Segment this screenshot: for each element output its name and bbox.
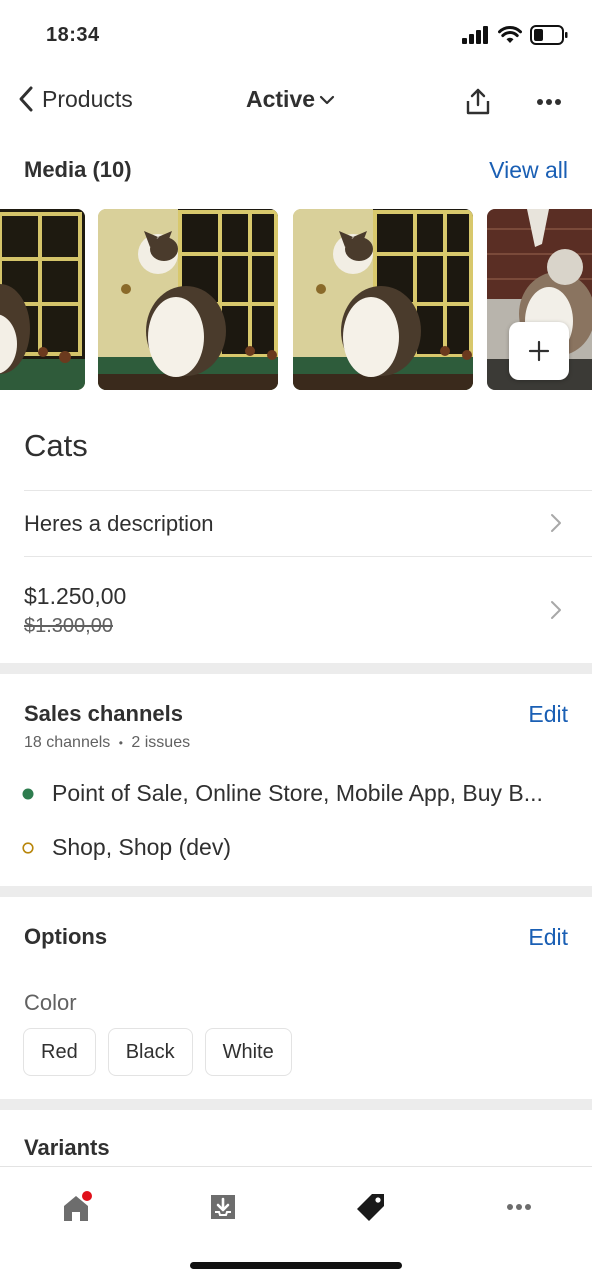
published-status-dot-icon — [22, 788, 34, 799]
status-time: 18:34 — [46, 24, 100, 46]
sales-channels-header: Sales channels Edit — [24, 697, 568, 731]
media-header: Media (10) View all — [24, 150, 568, 190]
notification-badge — [82, 1191, 92, 1201]
options-heading: Options — [24, 924, 108, 949]
status-bar: 18:34 — [0, 0, 592, 70]
active-channels-row[interactable]: Point of Sale, Online Store, Mobile App,… — [22, 780, 543, 807]
status-selector[interactable]: Active — [246, 86, 335, 113]
tab-home[interactable] — [56, 1189, 96, 1225]
option-values: Red Black White — [23, 1028, 292, 1076]
chevron-left-icon — [19, 86, 33, 112]
option-value-chip[interactable]: Red — [23, 1028, 96, 1076]
tab-products[interactable] — [351, 1189, 391, 1225]
media-heading: Media (10) — [24, 157, 132, 182]
share-button[interactable] — [460, 84, 496, 120]
more-horizontal-icon — [537, 99, 561, 105]
issue-count: 2 issues — [131, 734, 191, 751]
product-price: $1.250,00 — [24, 583, 127, 609]
share-icon — [466, 88, 490, 115]
section-separator — [0, 663, 592, 674]
cat-photo-image — [98, 209, 278, 390]
compare-at-price: $1.300,00 — [24, 615, 113, 637]
option-value-chip[interactable]: White — [204, 1028, 292, 1076]
inbox-download-icon — [211, 1195, 235, 1219]
view-all-media-link[interactable]: View all — [489, 157, 568, 184]
sales-channels-summary: 18 channels • 2 issues — [24, 734, 190, 752]
variants-heading: Variants — [24, 1135, 110, 1160]
status-icons — [462, 25, 568, 45]
option-value-chip[interactable]: Black — [107, 1028, 193, 1076]
wifi-icon — [498, 26, 522, 43]
cat-photo-image — [293, 209, 473, 390]
edit-sales-channels-button[interactable]: Edit — [528, 701, 568, 728]
inactive-channels-row[interactable]: Shop, Shop (dev) — [22, 834, 231, 861]
cellular-signal-icon — [462, 26, 488, 44]
more-actions-button[interactable] — [531, 84, 567, 120]
media-carousel[interactable] — [0, 209, 592, 391]
sales-channels-heading: Sales channels — [24, 701, 183, 726]
add-media-button[interactable] — [509, 322, 569, 380]
option-name: Color — [24, 990, 77, 1015]
tab-orders[interactable] — [203, 1189, 243, 1225]
back-button[interactable]: Products — [16, 84, 133, 114]
options-header: Options Edit — [24, 920, 568, 954]
more-horizontal-icon — [507, 1204, 531, 1210]
media-thumbnail[interactable] — [98, 209, 278, 390]
summary-separator: • — [118, 736, 123, 750]
tab-more[interactable] — [499, 1189, 539, 1225]
price-tag-icon — [357, 1194, 384, 1221]
description-row[interactable]: Heres a description — [0, 491, 592, 556]
product-title[interactable]: Cats — [24, 428, 88, 464]
chevron-right-icon — [551, 514, 561, 532]
plus-icon — [528, 340, 550, 362]
media-thumbnail[interactable] — [0, 209, 85, 390]
cat-photo-image — [0, 209, 85, 390]
page-title: Active — [246, 86, 316, 112]
navigation-bar: Products Active — [0, 70, 592, 132]
section-separator — [0, 1099, 592, 1110]
section-separator — [0, 886, 592, 897]
media-thumbnail[interactable] — [293, 209, 473, 390]
pricing-row[interactable]: $1.250,00 $1.300,00 — [0, 557, 592, 662]
inactive-channels-list: Shop, Shop (dev) — [52, 834, 232, 860]
channel-count: 18 channels — [24, 734, 111, 751]
chevron-right-icon — [551, 601, 561, 619]
unpublished-status-dot-icon — [22, 841, 34, 854]
chevron-down-icon — [319, 95, 335, 104]
back-label: Products — [42, 85, 133, 112]
home-indicator — [190, 1262, 402, 1269]
battery-icon — [530, 25, 568, 45]
edit-options-button[interactable]: Edit — [528, 924, 568, 951]
home-icon — [64, 1191, 92, 1221]
product-description: Heres a description — [24, 511, 214, 536]
active-channels-list: Point of Sale, Online Store, Mobile App,… — [52, 780, 543, 806]
